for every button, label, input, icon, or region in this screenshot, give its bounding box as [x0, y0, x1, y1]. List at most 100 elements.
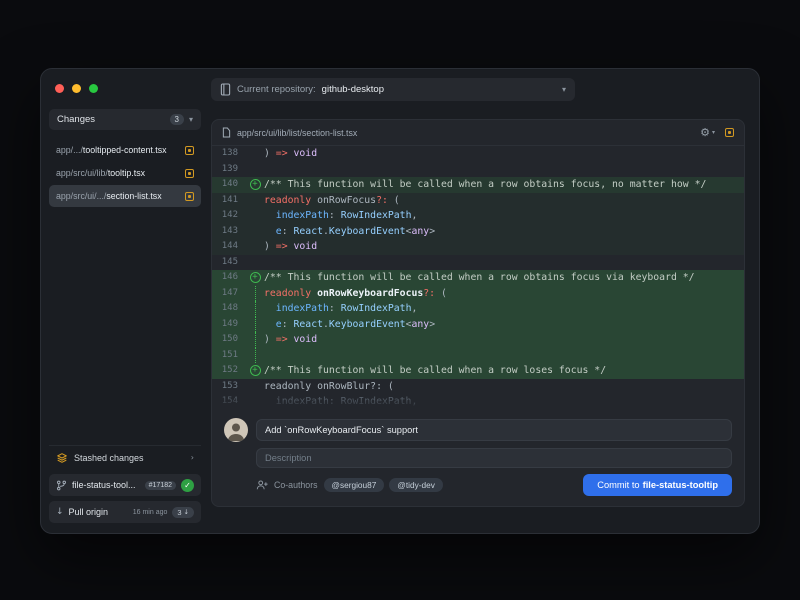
- changes-tab[interactable]: Changes 3 ▾: [49, 109, 201, 130]
- diff-line[interactable]: 147 readonly onRowKeyboardFocus?: (: [212, 286, 744, 302]
- commit-summary-input[interactable]: [256, 419, 732, 441]
- diff-line[interactable]: 148 indexPath: RowIndexPath,: [212, 301, 744, 317]
- code-text: [264, 255, 744, 271]
- diff-line[interactable]: 149 e: React.KeyboardEvent<any>: [212, 317, 744, 333]
- zoom-window-button[interactable]: [89, 84, 98, 93]
- diff-line[interactable]: 152+/** This function will be called whe…: [212, 363, 744, 379]
- diff-line[interactable]: 138) => void: [212, 146, 744, 162]
- added-line-marker-icon[interactable]: +: [246, 363, 264, 379]
- commit-button[interactable]: Commit to file-status-tooltip: [583, 474, 732, 496]
- close-window-button[interactable]: [55, 84, 64, 93]
- commit-button-branch: file-status-tooltip: [643, 480, 718, 490]
- current-branch-button[interactable]: file-status-tool... #17182 ✓: [49, 474, 201, 496]
- stashed-changes-label: Stashed changes: [74, 453, 144, 463]
- file-icon: [222, 127, 231, 138]
- diff-line[interactable]: 154 indexPath: RowIndexPath,: [212, 394, 744, 410]
- diff-line[interactable]: 144) => void: [212, 239, 744, 255]
- gutter-spacer: [246, 255, 264, 271]
- file-name: tooltip.tsx: [108, 168, 145, 178]
- diff-line[interactable]: 150) => void: [212, 332, 744, 348]
- commit-area: Co-authors @sergiou87@tidy-dev Commit to…: [212, 414, 744, 506]
- line-number: 149: [212, 317, 246, 333]
- changes-tab-label: Changes: [57, 114, 165, 125]
- diff-file-path: app/src/ui/lib/list/section-list.tsx: [237, 128, 357, 138]
- diff-options-button[interactable]: ⚙ ▾: [700, 126, 715, 139]
- status-modified-icon: [185, 169, 194, 178]
- line-number: 147: [212, 286, 246, 302]
- file-path-prefix: app/.../: [56, 145, 83, 155]
- commit-summary-row: [224, 418, 732, 442]
- git-branch-icon: [56, 480, 67, 491]
- add-co-author-icon[interactable]: [256, 479, 268, 491]
- file-path: app/.../ tooltipped-content.tsx: [56, 145, 181, 155]
- gutter-spacer: [246, 193, 264, 209]
- pull-origin-label: Pull origin: [69, 507, 109, 517]
- changed-files-list: app/.../ tooltipped-content.tsx app/src/…: [49, 139, 201, 207]
- file-path: app/src/ui/.../ section-list.tsx: [56, 191, 181, 201]
- hunk-connector-line: [246, 317, 264, 333]
- chevron-down-icon: ▾: [712, 129, 715, 136]
- hunk-connector-line: [246, 301, 264, 317]
- behind-count-badge: 3 ↓: [172, 507, 194, 518]
- gutter-spacer: [246, 239, 264, 255]
- chevron-right-icon: ›: [191, 453, 194, 462]
- code-text: /** This function will be called when a …: [264, 363, 744, 379]
- arrow-down-icon: ↓: [184, 508, 189, 516]
- diff-line[interactable]: 145: [212, 255, 744, 271]
- code-text: readonly onRowBlur?: (: [264, 379, 744, 395]
- added-line-marker-icon[interactable]: +: [246, 177, 264, 193]
- changed-file-row[interactable]: app/src/ui/.../ section-list.tsx: [49, 185, 201, 207]
- line-number: 152: [212, 363, 246, 379]
- changed-file-row[interactable]: app/src/ui/lib/ tooltip.tsx: [49, 162, 201, 184]
- repository-selector[interactable]: Current repository: github-desktop ▾: [211, 78, 575, 101]
- chevron-down-icon: ▾: [562, 85, 566, 94]
- co-author-chips: @sergiou87 @tidy-dev: [324, 478, 443, 492]
- repo-selector-label: Current repository:: [237, 84, 316, 95]
- code-text: /** This function will be called when a …: [264, 177, 744, 193]
- last-fetch-time: 16 min ago: [133, 509, 168, 516]
- co-author-chip[interactable]: @sergiou87: [324, 478, 385, 492]
- diff-line[interactable]: 140+/** This function will be called whe…: [212, 177, 744, 193]
- gutter-spacer: [246, 394, 264, 410]
- status-modified-icon: [185, 192, 194, 201]
- code-text: [264, 348, 744, 364]
- gutter-spacer: [246, 379, 264, 395]
- line-number: 141: [212, 193, 246, 209]
- stashed-changes-row[interactable]: Stashed changes ›: [49, 445, 201, 469]
- co-author-chip[interactable]: @tidy-dev: [389, 478, 442, 492]
- code-text: indexPath: RowIndexPath,: [264, 394, 744, 410]
- window-controls: [55, 84, 98, 93]
- commit-description-input[interactable]: [256, 448, 732, 468]
- gutter-spacer: [246, 208, 264, 224]
- code-text: ) => void: [264, 332, 744, 348]
- line-number: 144: [212, 239, 246, 255]
- diff-line[interactable]: 139: [212, 162, 744, 178]
- commit-footer-row: Co-authors @sergiou87@tidy-dev Commit to…: [256, 474, 732, 496]
- line-number: 138: [212, 146, 246, 162]
- ci-status-check-icon: ✓: [181, 479, 194, 492]
- pull-origin-button[interactable]: ↓ Pull origin 16 min ago 3 ↓: [49, 501, 201, 523]
- desktop-background: Current repository: github-desktop ▾ Cha…: [0, 0, 800, 600]
- status-modified-icon[interactable]: [725, 128, 734, 137]
- hunk-connector-line: [246, 348, 264, 364]
- line-number: 148: [212, 301, 246, 317]
- diff-line[interactable]: 143 e: React.KeyboardEvent<any>: [212, 224, 744, 240]
- code-text: indexPath: RowIndexPath,: [264, 301, 744, 317]
- line-number: 139: [212, 162, 246, 178]
- diff-line[interactable]: 142 indexPath: RowIndexPath,: [212, 208, 744, 224]
- line-number: 153: [212, 379, 246, 395]
- minimize-window-button[interactable]: [72, 84, 81, 93]
- behind-count: 3: [177, 508, 181, 517]
- code-text: readonly onRowKeyboardFocus?: (: [264, 286, 744, 302]
- diff-view: 138) => void139140+/** This function wil…: [212, 146, 744, 410]
- diff-line[interactable]: 146+/** This function will be called whe…: [212, 270, 744, 286]
- changed-file-row[interactable]: app/.../ tooltipped-content.tsx: [49, 139, 201, 161]
- diff-header-actions: ⚙ ▾: [700, 126, 734, 139]
- added-line-marker-icon[interactable]: +: [246, 270, 264, 286]
- file-path: app/src/ui/lib/ tooltip.tsx: [56, 168, 181, 178]
- diff-line[interactable]: 151: [212, 348, 744, 364]
- diff-line[interactable]: 153 readonly onRowBlur?: (: [212, 379, 744, 395]
- diff-line[interactable]: 141readonly onRowFocus?: (: [212, 193, 744, 209]
- line-number: 146: [212, 270, 246, 286]
- line-number: 145: [212, 255, 246, 271]
